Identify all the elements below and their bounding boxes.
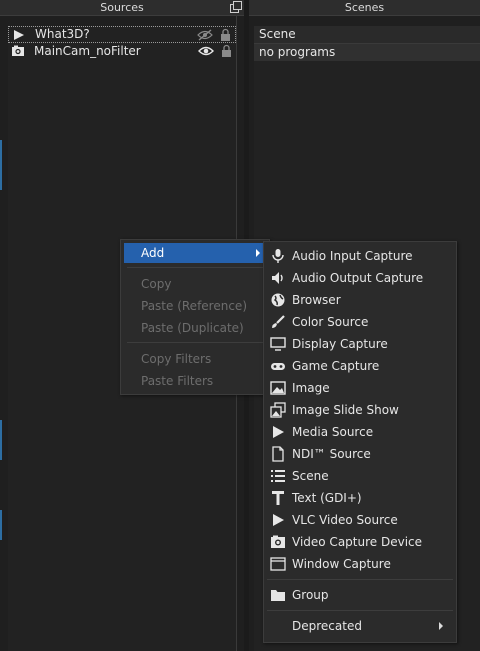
menu-separator <box>127 267 263 268</box>
list-icon <box>271 470 285 482</box>
menu-label: Image <box>292 381 330 395</box>
menu-label: Scene <box>292 469 329 483</box>
menu-label: Audio Input Capture <box>292 249 413 263</box>
add-window-capture[interactable]: Window Capture <box>267 553 453 575</box>
monitor-icon <box>270 337 286 351</box>
add-text-gdi[interactable]: Text (GDI+) <box>267 487 453 509</box>
source-label: MainCam_noFilter <box>34 44 141 58</box>
dock-edge-marker <box>0 140 2 190</box>
scenes-header: Scenes <box>249 0 480 16</box>
dock-edge-marker <box>0 420 2 460</box>
menu-item-copy-filters[interactable]: Copy Filters <box>124 349 266 369</box>
add-ndi-source[interactable]: NDI™ Source <box>267 443 453 465</box>
scene-column-header[interactable]: Scene <box>254 26 480 44</box>
menu-label: Display Capture <box>292 337 388 351</box>
add-color-source[interactable]: Color Source <box>267 311 453 333</box>
add-browser[interactable]: Browser <box>267 289 453 311</box>
source-item-what3d[interactable]: What3D? <box>8 26 236 43</box>
add-deprecated[interactable]: Deprecated <box>267 615 453 637</box>
add-scene[interactable]: Scene <box>267 465 453 487</box>
source-context-menu: Add Copy Paste (Reference) Paste (Duplic… <box>120 239 270 395</box>
microphone-icon <box>272 249 284 263</box>
image-icon <box>270 381 286 395</box>
eye-icon[interactable] <box>198 45 214 57</box>
add-game-capture[interactable]: Game Capture <box>267 355 453 377</box>
camera-icon <box>12 45 24 56</box>
add-audio-output-capture[interactable]: Audio Output Capture <box>267 267 453 289</box>
chevron-right-icon <box>439 622 443 630</box>
camera-icon <box>271 535 285 548</box>
lock-icon[interactable] <box>221 44 232 58</box>
eye-hidden-icon[interactable] <box>197 29 213 41</box>
menu-label: Text (GDI+) <box>292 491 362 505</box>
menu-item-add-label: Add <box>141 246 165 260</box>
file-icon <box>272 446 284 462</box>
menu-separator <box>267 610 453 611</box>
menu-item-paste-reference[interactable]: Paste (Reference) <box>124 296 266 316</box>
folder-icon <box>271 590 285 601</box>
window-icon <box>270 557 286 571</box>
globe-icon <box>271 293 285 307</box>
lock-icon[interactable] <box>220 28 231 42</box>
menu-item-copy[interactable]: Copy <box>124 274 266 294</box>
menu-separator <box>127 342 263 343</box>
menu-label: NDI™ Source <box>292 447 371 461</box>
menu-label: Browser <box>292 293 341 307</box>
add-media-source[interactable]: Media Source <box>267 421 453 443</box>
add-audio-input-capture[interactable]: Audio Input Capture <box>267 245 453 267</box>
add-video-capture-device[interactable]: Video Capture Device <box>267 531 453 553</box>
sources-header: Sources <box>0 0 244 16</box>
add-vlc-video-source[interactable]: VLC Video Source <box>267 509 453 531</box>
speaker-icon <box>272 272 283 284</box>
sources-title: Sources <box>100 1 144 14</box>
play-icon <box>273 514 284 526</box>
source-label: What3D? <box>35 27 90 41</box>
menu-label: Deprecated <box>292 619 362 633</box>
menu-label: Group <box>292 588 329 602</box>
dock-edge-marker <box>0 510 2 540</box>
menu-label: Window Capture <box>292 557 391 571</box>
menu-item-add[interactable]: Add <box>124 243 266 263</box>
menu-label: Color Source <box>292 315 369 329</box>
menu-label: Media Source <box>292 425 374 439</box>
media-play-icon <box>14 30 24 40</box>
slideshow-icon <box>270 402 286 418</box>
chevron-right-icon <box>256 249 260 257</box>
menu-label: Image Slide Show <box>292 403 399 417</box>
undock-icon[interactable] <box>230 1 242 13</box>
menu-separator <box>267 579 453 580</box>
menu-item-paste-filters[interactable]: Paste Filters <box>124 371 266 391</box>
gamepad-icon <box>271 363 285 370</box>
menu-item-paste-duplicate[interactable]: Paste (Duplicate) <box>124 318 266 338</box>
menu-label: Audio Output Capture <box>292 271 424 285</box>
add-image-slide-show[interactable]: Image Slide Show <box>267 399 453 421</box>
add-display-capture[interactable]: Display Capture <box>267 333 453 355</box>
menu-label: VLC Video Source <box>292 513 398 527</box>
menu-label: Game Capture <box>292 359 380 373</box>
add-group[interactable]: Group <box>267 584 453 606</box>
add-source-submenu: Audio Input Capture Audio Output Capture… <box>263 241 457 643</box>
text-icon <box>272 491 284 505</box>
add-image[interactable]: Image <box>267 377 453 399</box>
scene-list-item[interactable]: no programs <box>254 44 480 61</box>
source-item-maincam[interactable]: MainCam_noFilter <box>8 43 236 60</box>
paintbrush-icon <box>272 315 285 328</box>
scenes-title: Scenes <box>344 1 385 14</box>
play-icon <box>273 426 284 438</box>
menu-label: Video Capture Device <box>292 535 423 549</box>
